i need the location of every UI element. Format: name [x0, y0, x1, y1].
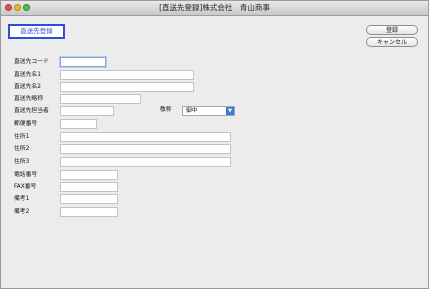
- title-bar: [直送先登録]株式会社 青山商事: [1, 1, 428, 16]
- dropdown-arrow-icon[interactable]: ▼: [226, 107, 234, 115]
- register-button[interactable]: 登録: [366, 25, 418, 35]
- address2-input[interactable]: [60, 144, 231, 154]
- person-input[interactable]: [60, 106, 114, 116]
- address1-input[interactable]: [60, 132, 231, 142]
- window-title: [直送先登録]株式会社 青山商事: [159, 3, 270, 12]
- address3-label: 住所3: [14, 159, 30, 165]
- address1-label: 住所1: [14, 134, 30, 140]
- page-title: 直送先登録: [20, 27, 53, 35]
- postal-input[interactable]: [60, 119, 97, 129]
- honorific-value: 御中: [186, 108, 198, 114]
- postal-label: 郵便番号: [14, 121, 38, 127]
- note2-label: 備考2: [14, 209, 30, 215]
- phone-label: 電話番号: [14, 172, 38, 178]
- note1-input[interactable]: [60, 194, 118, 204]
- phone-input[interactable]: [60, 170, 118, 180]
- code-input[interactable]: [60, 57, 106, 67]
- app-window: [直送先登録]株式会社 青山商事 直送先登録 登録 キャンセル 直送先コード 直…: [0, 0, 429, 289]
- note1-label: 備考1: [14, 196, 30, 202]
- short-name-label: 直送先略称: [14, 96, 43, 102]
- address2-label: 住所2: [14, 146, 30, 152]
- honorific-label: 敬称: [160, 107, 172, 113]
- person-label: 直送先担当者: [14, 108, 49, 114]
- cancel-button[interactable]: キャンセル: [366, 37, 418, 47]
- short-name-input[interactable]: [60, 94, 141, 104]
- page-header-box: 直送先登録: [8, 24, 65, 39]
- note2-input[interactable]: [60, 207, 118, 217]
- address3-input[interactable]: [60, 157, 231, 167]
- fax-input[interactable]: [60, 182, 118, 192]
- name2-label: 直送先名2: [14, 84, 41, 90]
- name1-input[interactable]: [60, 70, 194, 80]
- honorific-select[interactable]: 御中 ▼: [182, 106, 235, 116]
- name2-input[interactable]: [60, 82, 194, 92]
- code-label: 直送先コード: [14, 59, 49, 65]
- fax-label: FAX番号: [14, 184, 37, 190]
- name1-label: 直送先名1: [14, 72, 41, 78]
